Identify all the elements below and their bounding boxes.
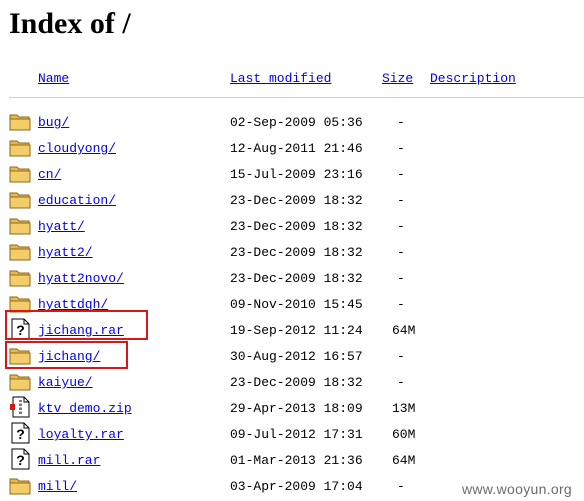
last-modified: 30-Aug-2012 16:57 [230,349,363,364]
file-link-mill-rar[interactable]: mill.rar [38,454,100,468]
last-modified: 23-Dec-2009 18:32 [230,245,363,260]
column-header-description[interactable]: Description [430,71,516,87]
table-row: ? jichang.rar 19-Sep-2012 11:24 64M [0,318,584,344]
file-size: 60M [392,427,416,442]
svg-text:?: ? [16,426,25,442]
file-size: - [397,375,405,390]
file-size: - [397,297,405,312]
folder-icon[interactable] [9,136,31,158]
file-size: 13M [392,401,416,416]
table-row: hyatt/23-Dec-2009 18:32 - [0,214,584,240]
last-modified: 01-Mar-2013 21:36 [230,453,363,468]
folder-icon[interactable] [9,162,31,184]
folder-icon[interactable] [9,188,31,210]
last-modified: 19-Sep-2012 11:24 [230,323,363,338]
table-row: ktv_demo.zip 29-Apr-2013 18:09 13M [0,396,584,422]
last-modified: 23-Dec-2009 18:32 [230,271,363,286]
table-row: education/23-Dec-2009 18:32 - [0,188,584,214]
file-link-hyattdqh[interactable]: hyattdqh/ [38,298,108,312]
file-link-hyatt2novo[interactable]: hyatt2novo/ [38,272,124,286]
folder-icon[interactable] [9,214,31,236]
table-row: hyattdqh/09-Nov-2010 15:45 - [0,292,584,318]
file-link-hyatt[interactable]: hyatt/ [38,220,85,234]
table-row: ? loyalty.rar 09-Jul-2012 17:31 60M [0,422,584,448]
table-row: hyatt2novo/23-Dec-2009 18:32 - [0,266,584,292]
last-modified: 09-Nov-2010 15:45 [230,297,363,312]
file-size: - [397,271,405,286]
file-link-cloudyong[interactable]: cloudyong/ [38,142,116,156]
last-modified: 02-Sep-2009 05:36 [230,115,363,130]
last-modified: 09-Jul-2012 17:31 [230,427,363,442]
table-row: kaiyue/23-Dec-2009 18:32 - [0,370,584,396]
folder-icon[interactable] [9,474,31,496]
table-row: hyatt2/23-Dec-2009 18:32 - [0,240,584,266]
file-size: 64M [392,453,416,468]
last-modified: 15-Jul-2009 23:16 [230,167,363,182]
last-modified: 29-Apr-2013 18:09 [230,401,363,416]
file-link-kaiyue[interactable]: kaiyue/ [38,376,93,390]
file-link-education[interactable]: education/ [38,194,116,208]
folder-icon[interactable] [9,344,31,366]
table-row: bug/02-Sep-2009 05:36 - [0,110,584,136]
last-modified: 12-Aug-2011 21:46 [230,141,363,156]
folder-icon[interactable] [9,110,31,132]
column-header-size[interactable]: Size [382,71,413,87]
table-row: cn/15-Jul-2009 23:16 - [0,162,584,188]
file-size: - [397,479,405,494]
file-link-ktv-demo-zip[interactable]: ktv_demo.zip [38,402,132,416]
file-size: - [397,167,405,182]
table-row: cloudyong/12-Aug-2011 21:46 - [0,136,584,162]
file-size: 64M [392,323,416,338]
folder-icon[interactable] [9,240,31,262]
file-size: - [397,219,405,234]
last-modified: 03-Apr-2009 17:04 [230,479,363,494]
file-link-loyalty-rar[interactable]: loyalty.rar [38,428,124,442]
table-row: jichang/30-Aug-2012 16:57 - [0,344,584,370]
file-link-cn[interactable]: cn/ [38,168,61,182]
file-size: - [397,349,405,364]
unknown-file-icon[interactable]: ? [9,318,31,340]
folder-icon[interactable] [9,370,31,392]
header-divider [9,97,584,98]
table-row: ? mill.rar 01-Mar-2013 21:36 64M [0,448,584,474]
unknown-file-icon[interactable]: ? [9,448,31,470]
unknown-file-icon[interactable]: ? [9,422,31,444]
file-link-jichang[interactable]: jichang/ [38,350,100,364]
column-header-last-modified[interactable]: Last modified [230,71,331,87]
last-modified: 23-Dec-2009 18:32 [230,375,363,390]
file-link-jichang-rar[interactable]: jichang.rar [38,324,124,338]
folder-icon[interactable] [9,266,31,288]
column-header-name[interactable]: Name [38,71,69,87]
folder-icon[interactable] [9,292,31,314]
svg-text:?: ? [16,322,25,338]
last-modified: 23-Dec-2009 18:32 [230,219,363,234]
compressed-file-icon[interactable] [9,396,31,418]
file-size: - [397,141,405,156]
svg-text:?: ? [16,452,25,468]
file-link-bug[interactable]: bug/ [38,116,69,130]
file-size: - [397,245,405,260]
watermark: www.wooyun.org [461,481,572,497]
file-link-hyatt2[interactable]: hyatt2/ [38,246,93,260]
file-size: - [397,193,405,208]
last-modified: 23-Dec-2009 18:32 [230,193,363,208]
file-link-mill[interactable]: mill/ [38,480,77,494]
page-title: Index of / [9,7,131,40]
file-size: - [397,115,405,130]
